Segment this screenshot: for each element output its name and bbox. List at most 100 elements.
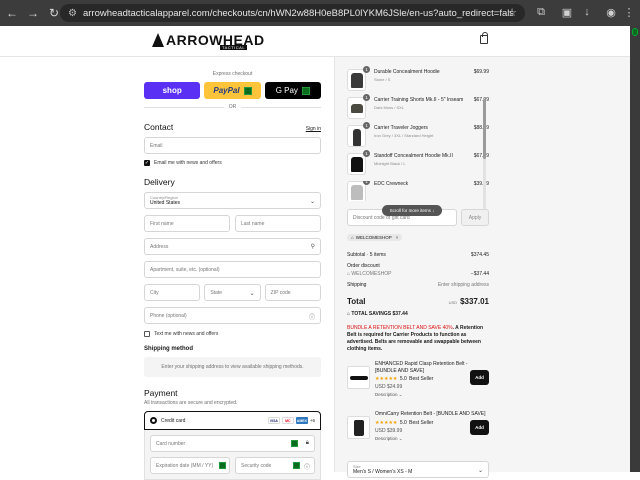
- upsell-product-image: [347, 366, 370, 389]
- product-thumbnail: [347, 69, 366, 91]
- last-name-field[interactable]: Last name: [235, 215, 321, 232]
- product-thumbnail: [347, 97, 366, 119]
- security-code-placeholder: Security code: [241, 462, 272, 469]
- newsletter-checkbox-row[interactable]: ✓ Email me with news and offers: [144, 160, 321, 166]
- savings-text: TOTAL SAVINGS $37.44: [351, 311, 408, 317]
- shipping-info-box: Enter your shipping address to view avai…: [144, 357, 321, 377]
- extension-icon[interactable]: ⧉: [534, 5, 548, 19]
- site-info-icon[interactable]: ⚙: [68, 8, 77, 19]
- amex-icon: AMEX: [295, 417, 308, 424]
- contact-heading: Contact: [144, 122, 174, 132]
- email-field[interactable]: Email: [144, 137, 321, 154]
- arrowhead-logo-icon: [152, 33, 164, 47]
- extension-overlay-icon: [291, 440, 298, 447]
- visa-icon: VISA: [267, 417, 280, 424]
- card-logos: VISA MC AMEX +6: [267, 417, 315, 424]
- upsell-item: OmniCarry Retention Belt - [BUNDLE AND S…: [347, 411, 489, 453]
- remove-discount-icon[interactable]: ×: [396, 235, 399, 240]
- order-discount-row: Order discount: [347, 263, 489, 269]
- total-row: Total USD $337.01: [347, 297, 489, 306]
- cart-list-scrollbar[interactable]: [483, 99, 486, 209]
- order-summary: 1 Durable Concealment Hoodie Stone / S $…: [347, 57, 489, 478]
- upsell-product-image: [347, 416, 370, 439]
- url-text: arrowheadtacticalapparel.com/checkouts/c…: [82, 7, 513, 19]
- chevron-down-icon: ⌄: [477, 468, 483, 474]
- bookmark-star-icon[interactable]: ☆: [507, 6, 517, 19]
- description-toggle[interactable]: Description ⌄: [375, 392, 489, 398]
- help-icon[interactable]: ⓘ: [309, 312, 315, 321]
- first-name-field[interactable]: First name: [144, 215, 230, 232]
- discount-chip: ⌂ WELCOMESHOP ×: [347, 234, 403, 241]
- download-icon[interactable]: ↓: [580, 5, 594, 19]
- credit-card-option[interactable]: Credit card VISA MC AMEX +6: [144, 411, 321, 430]
- text-me-checkbox-row[interactable]: Text me with news and offers: [144, 331, 321, 337]
- extension-overlay-icon: [243, 86, 252, 95]
- quantity-badge: 1: [363, 181, 370, 185]
- item-price: $39.99: [473, 181, 489, 187]
- menu-icon[interactable]: ⋮: [622, 5, 636, 19]
- description-toggle[interactable]: Description ⌄: [375, 436, 489, 442]
- state-select[interactable]: State ⌄: [204, 284, 261, 301]
- city-field[interactable]: City: [144, 284, 201, 301]
- shopping-bag-icon[interactable]: [480, 32, 488, 44]
- newsletter-label: Email me with news and offers: [154, 160, 222, 166]
- security-code-field[interactable]: Security code ⓘ: [235, 457, 315, 474]
- credit-card-radio[interactable]: [150, 417, 157, 424]
- sign-in-link[interactable]: Sign in: [306, 126, 321, 132]
- quantity-badge: 1: [363, 150, 370, 157]
- item-variant: Stone / S: [374, 76, 391, 82]
- country-select[interactable]: Country/Region United States ⌄: [144, 192, 321, 209]
- text-me-checkbox[interactable]: [144, 331, 150, 337]
- item-name: Durable Concealment Hoodie: [374, 69, 440, 75]
- item-variant: Midnight Black / L: [374, 160, 406, 166]
- subtotal-value: $374.45: [470, 252, 489, 258]
- search-icon: ⚲: [310, 244, 315, 250]
- help-icon[interactable]: ⓘ: [304, 462, 310, 471]
- currency-label: USD: [448, 300, 458, 305]
- promo-highlight: BUNDLE A RETENTION BELT AND SAVE 40%: [347, 325, 453, 331]
- state-placeholder: State: [210, 289, 223, 296]
- item-name: Standoff Concealment Hoodie Mk.II: [374, 153, 453, 159]
- google-pay-button[interactable]: G Pay: [264, 82, 321, 99]
- expiration-placeholder: Expiration date (MM / YY): [156, 462, 214, 469]
- discount-chip-code: WELCOMESHOP: [355, 235, 392, 240]
- rating-value: 5.0: [399, 419, 407, 426]
- discount-amount: −$37.44: [470, 271, 489, 277]
- profile-icon[interactable]: ◉: [604, 5, 618, 19]
- paypal-button[interactable]: PayPal: [204, 82, 261, 99]
- page-scrollbar[interactable]: [630, 26, 640, 472]
- item-name: Carrier Traveler Joggers: [374, 125, 428, 131]
- extension-overlay-icon: [219, 462, 226, 469]
- card-number-field[interactable]: Card number 🔒︎: [150, 435, 315, 452]
- media-icon[interactable]: ▣: [560, 5, 574, 19]
- paypal-label: PayPal: [213, 86, 240, 95]
- forward-icon[interactable]: →: [24, 4, 42, 22]
- quantity-badge: 1: [363, 122, 370, 129]
- more-cards-count: +6: [309, 418, 315, 423]
- store-logo[interactable]: ARROWHEAD TACTICAL: [152, 32, 265, 50]
- add-upsell-button[interactable]: Add: [470, 370, 489, 385]
- back-icon[interactable]: ←: [3, 4, 21, 22]
- text-me-label: Text me with news and offers: [154, 331, 219, 337]
- order-discount-label: Order discount: [347, 263, 380, 269]
- size-select[interactable]: Size Men's S / Women's XS - M ⌄: [347, 461, 489, 478]
- item-price: $67.99: [473, 153, 489, 159]
- item-name: Carrier Training Shorts Mk.II - 5" Insea…: [374, 97, 464, 103]
- zip-field[interactable]: ZIP code: [264, 284, 321, 301]
- logo-text: ARROWHEAD: [166, 32, 265, 48]
- apply-button[interactable]: Apply: [461, 209, 489, 226]
- phone-field[interactable]: Phone (optional) ⓘ: [144, 307, 321, 324]
- country-value: United States: [150, 200, 181, 206]
- upsell-item: ENHANCED Rapid Clasp Retention Belt - [B…: [347, 361, 489, 403]
- scroll-more-items-button[interactable]: Scroll for more items ↓: [382, 205, 442, 216]
- shop-pay-button[interactable]: shop: [144, 82, 201, 99]
- total-value: $337.01: [460, 297, 489, 306]
- expiration-field[interactable]: Expiration date (MM / YY): [150, 457, 230, 474]
- item-variant: Iron Grey / 3XL / Standard Height: [374, 132, 434, 138]
- add-upsell-button[interactable]: Add: [470, 420, 489, 435]
- address-bar[interactable]: ⚙ arrowheadtacticalapparel.com/checkouts…: [60, 4, 525, 22]
- product-thumbnail: [347, 125, 366, 147]
- apartment-field[interactable]: Apartment, suite, etc. (optional): [144, 261, 321, 278]
- newsletter-checkbox[interactable]: ✓: [144, 160, 150, 166]
- address-field[interactable]: Address ⚲: [144, 238, 321, 255]
